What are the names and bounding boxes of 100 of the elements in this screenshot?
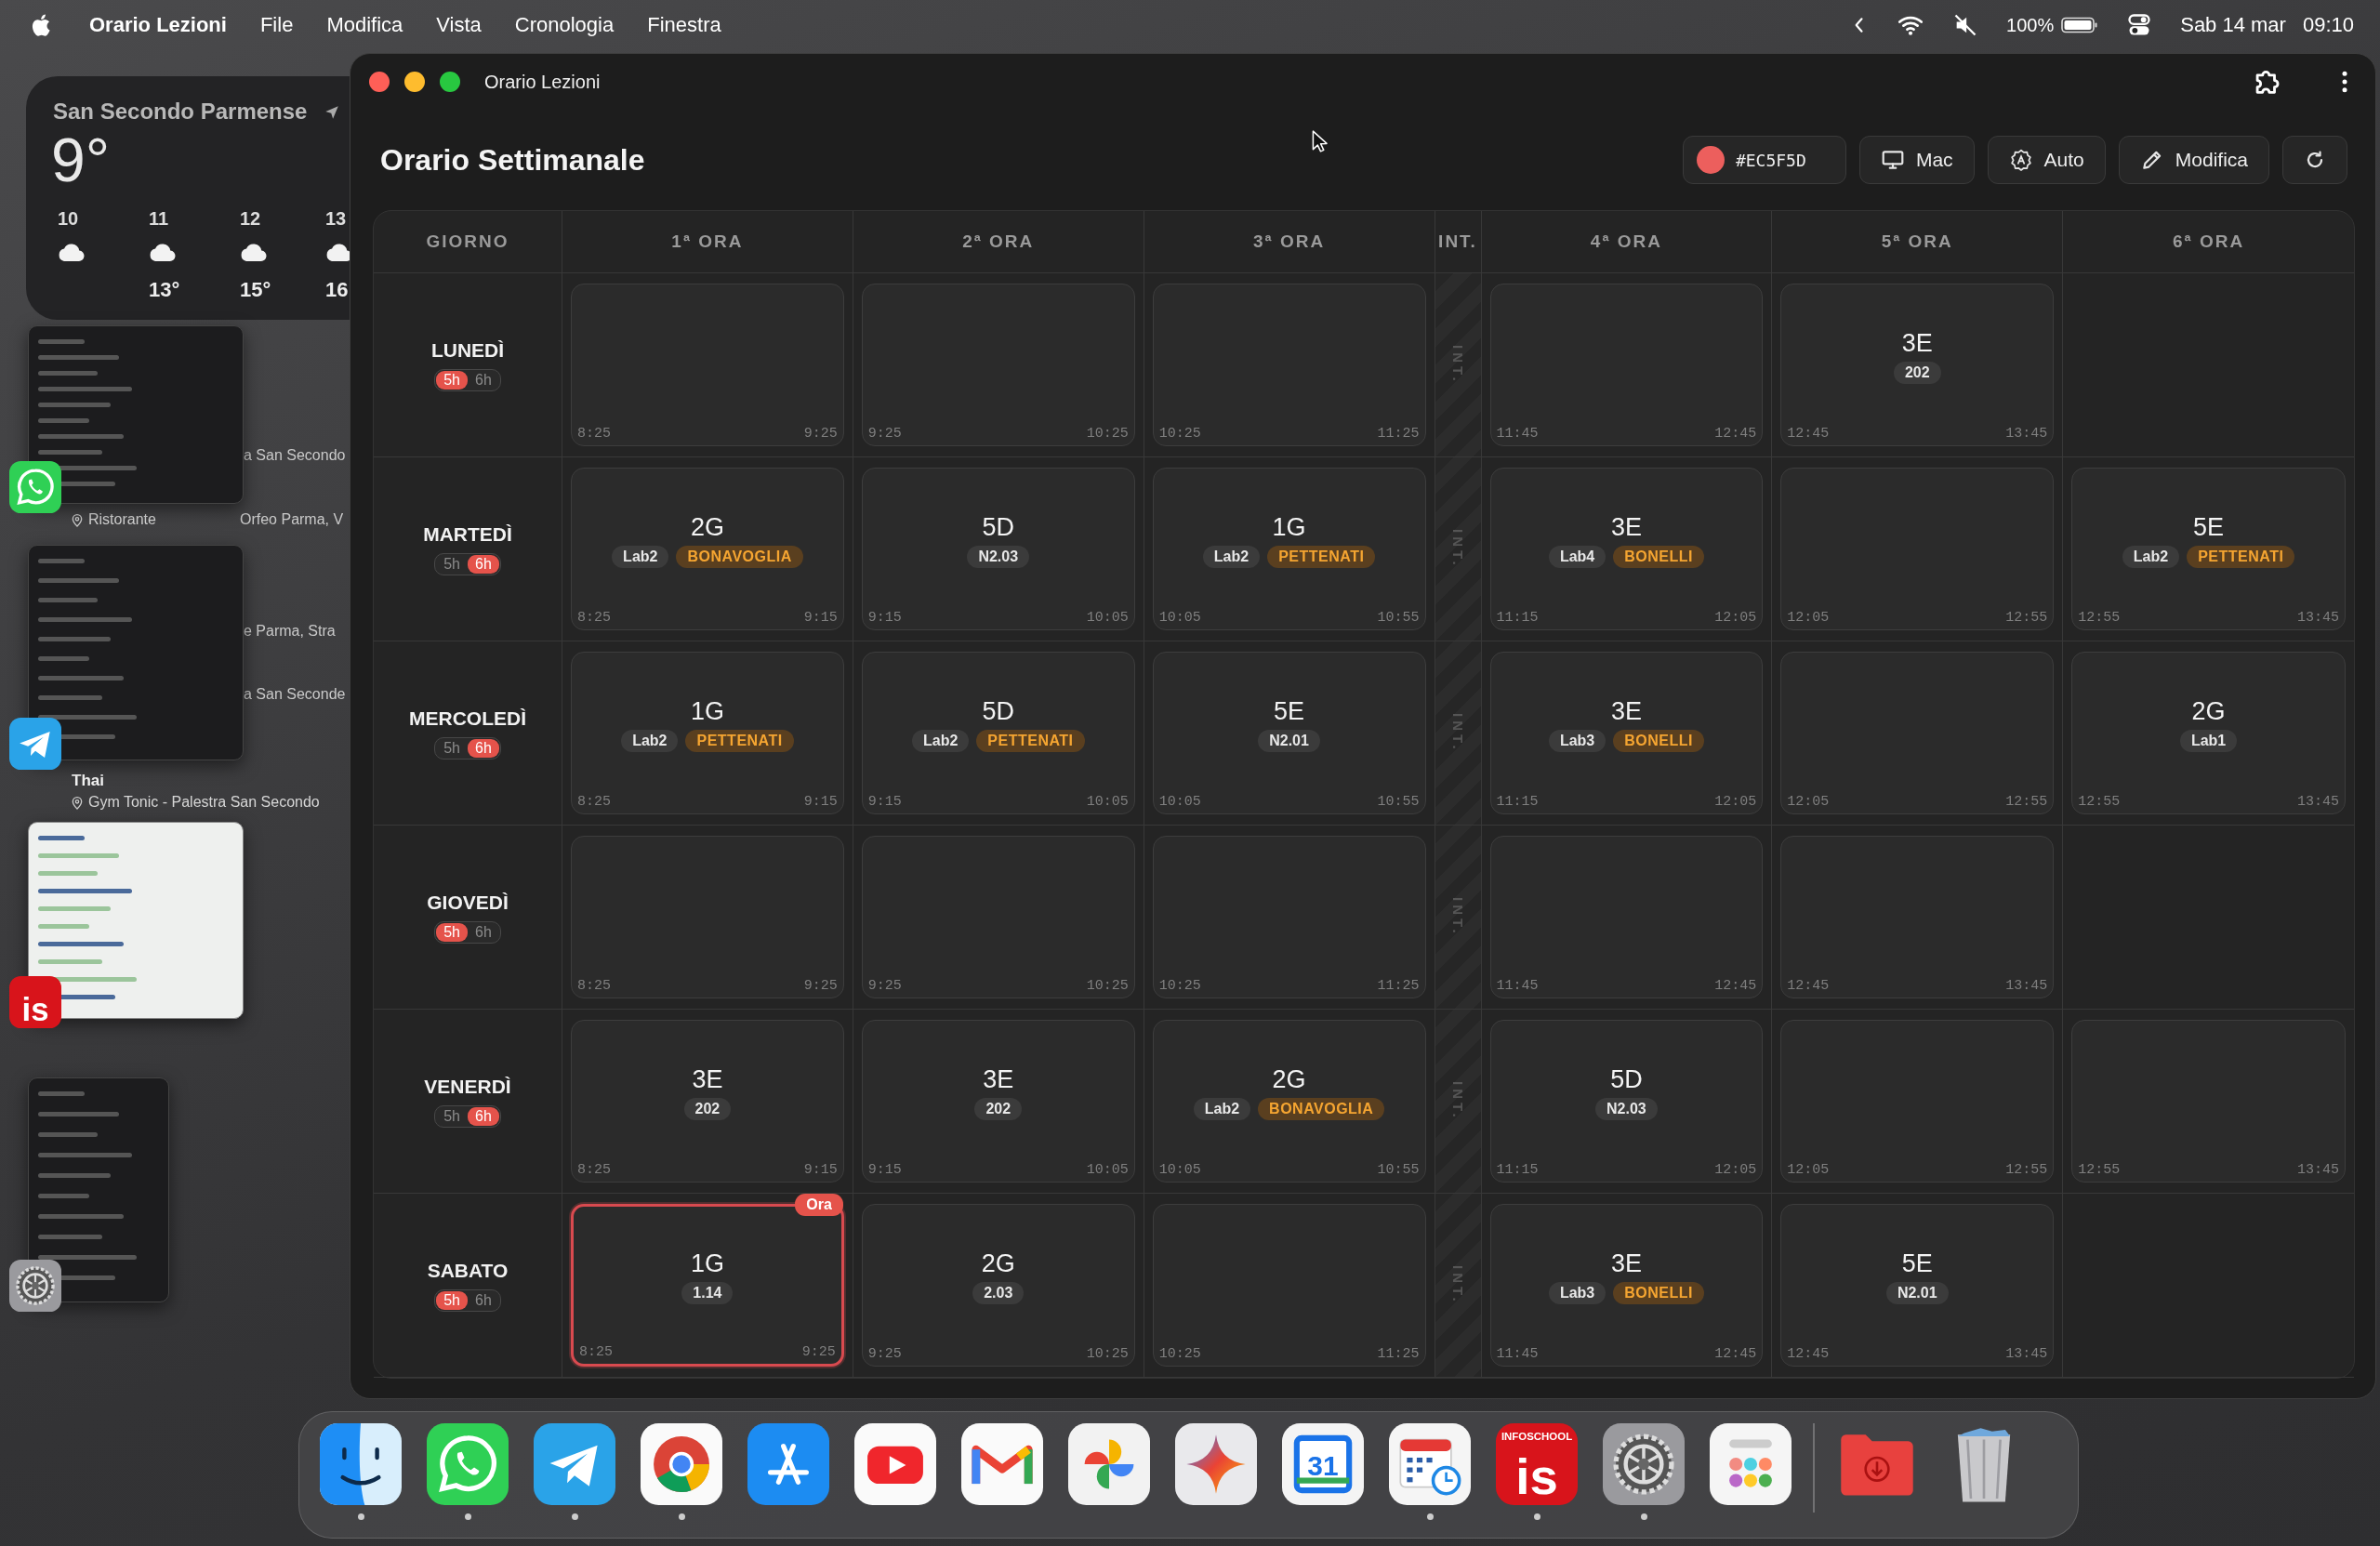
gear-icon[interactable] <box>1603 1423 1685 1505</box>
color-picker[interactable]: #EC5F5D <box>1682 136 1846 184</box>
menu-item[interactable]: Cronologia <box>514 13 615 37</box>
event-location: Gym Tonic - Palestra San Secondo <box>88 794 320 811</box>
lesson-card[interactable]: 3E 202 9:15 10:05 <box>861 1020 1135 1183</box>
hours-toggle[interactable]: 5h 6h <box>434 552 501 575</box>
menu-item[interactable]: Vista <box>436 13 482 37</box>
room-tag: Lab1 <box>2179 730 2238 752</box>
lesson-card[interactable]: 2G Lab2 BONAVOGLIA 10:05 10:55 <box>1152 1020 1426 1183</box>
class-label: 5E <box>1274 697 1305 726</box>
empty-slot[interactable]: 9:25 10:25 <box>861 836 1135 998</box>
school-logo-icon[interactable]: INFOSCHOOL is <box>1496 1423 1578 1505</box>
hours-option[interactable]: 6h <box>468 370 499 390</box>
envelope-icon[interactable] <box>961 1423 1043 1505</box>
lesson-card[interactable]: 5D N2.03 11:15 12:05 <box>1489 1020 1764 1183</box>
lesson-card[interactable]: 5E N2.01 12:45 13:45 <box>1780 1204 2055 1367</box>
hours-option[interactable]: 5h <box>436 1106 468 1126</box>
weather-widget[interactable] <box>26 76 350 320</box>
clock[interactable]: 09:10 <box>2302 13 2354 37</box>
lesson-card[interactable]: 3E Lab3 BONELLI 11:45 12:45 <box>1489 1204 1764 1367</box>
empty-slot[interactable]: 9:25 10:25 <box>861 284 1135 446</box>
hours-toggle[interactable]: 5h 6h <box>434 1288 501 1312</box>
phone-bubble-icon[interactable] <box>427 1423 509 1505</box>
start-time: 8:25 <box>579 1344 613 1360</box>
class-label: 3E <box>983 1065 1014 1094</box>
lesson-card[interactable]: 3E 202 12:45 13:45 <box>1780 284 2055 446</box>
paper-plane-icon[interactable] <box>534 1423 615 1505</box>
school-logo-icon[interactable]: is <box>9 976 61 1028</box>
app-menu[interactable]: Orario Lezioni <box>89 13 227 37</box>
empty-slot[interactable]: 12:45 13:45 <box>1780 836 2055 998</box>
lesson-card[interactable]: 1G Lab2 PETTENATI 8:25 9:15 <box>571 652 844 814</box>
petals-icon[interactable] <box>1068 1423 1150 1505</box>
auto-button[interactable]: Auto <box>1987 136 2106 184</box>
minimize-button[interactable] <box>404 72 425 92</box>
lesson-card[interactable]: 3E Lab3 BONELLI 11:15 12:05 <box>1489 652 1764 814</box>
empty-slot[interactable]: 8:25 9:25 <box>571 284 844 446</box>
colored-ring-icon[interactable] <box>641 1423 722 1505</box>
empty-slot[interactable]: 10:25 11:25 <box>1152 1204 1426 1367</box>
paper-plane-icon[interactable] <box>9 718 61 770</box>
face-icon[interactable] <box>320 1423 402 1505</box>
sparkle-icon[interactable] <box>1175 1423 1257 1505</box>
event-location: a San Secondo <box>244 447 346 464</box>
hours-option[interactable]: 6h <box>468 738 499 758</box>
lesson-card[interactable]: 1G Lab2 PETTENATI 10:05 10:55 <box>1152 468 1426 630</box>
zoom-button[interactable] <box>440 72 460 92</box>
lesson-card[interactable]: 5D Lab2 PETTENATI 9:15 10:05 <box>861 652 1135 814</box>
close-button[interactable] <box>369 72 390 92</box>
hours-toggle[interactable]: 5h 6h <box>434 368 501 391</box>
edit-button[interactable]: Modifica <box>2118 136 2269 184</box>
lesson-card[interactable]: 5D N2.03 9:15 10:05 <box>861 468 1135 630</box>
empty-slot[interactable]: 12:05 12:55 <box>1780 1020 2055 1183</box>
hours-option[interactable]: 5h <box>436 554 468 574</box>
hours-option[interactable]: 5h <box>436 922 468 942</box>
lesson-card[interactable]: 2G Lab2 BONAVOGLIA 8:25 9:15 <box>571 468 844 630</box>
app-store-icon[interactable] <box>747 1423 829 1505</box>
empty-slot[interactable]: 10:25 11:25 <box>1152 284 1426 446</box>
hours-option[interactable]: 5h <box>436 370 468 390</box>
play-icon[interactable] <box>854 1423 936 1505</box>
gear-icon[interactable] <box>9 1260 61 1312</box>
window-thumbnail[interactable] <box>28 545 244 760</box>
empty-slot[interactable]: 11:45 12:45 <box>1489 836 1764 998</box>
app-grid-icon[interactable] <box>1710 1423 1792 1505</box>
date[interactable]: Sab 14 mar <box>2180 13 2286 37</box>
class-label: 2G <box>690 513 724 542</box>
empty-slot[interactable]: 11:45 12:45 <box>1489 284 1764 446</box>
hours-option[interactable]: 5h <box>436 1290 468 1310</box>
start-time: 9:15 <box>867 610 902 626</box>
hours-option[interactable]: 5h <box>436 738 468 758</box>
phone-bubble-icon[interactable] <box>9 461 61 513</box>
calendar-clock-icon[interactable] <box>1389 1423 1471 1505</box>
menu-item[interactable]: Finestra <box>647 13 721 37</box>
lesson-card[interactable]: 5E Lab2 PETTENATI 12:55 13:45 <box>2071 468 2346 630</box>
window-thumbnail[interactable] <box>28 1077 169 1302</box>
lesson-card[interactable]: 3E Lab4 BONELLI 11:15 12:05 <box>1489 468 1764 630</box>
lesson-card[interactable]: 5E N2.01 10:05 10:55 <box>1152 652 1426 814</box>
hours-toggle[interactable]: 5h 6h <box>434 736 501 760</box>
hours-toggle[interactable]: 5h 6h <box>434 1104 501 1128</box>
empty-slot[interactable]: 12:05 12:55 <box>1780 652 2055 814</box>
empty-slot[interactable]: 8:25 9:25 <box>571 836 844 998</box>
refresh-button[interactable] <box>2282 136 2347 184</box>
menu-item[interactable]: Modifica <box>326 13 403 37</box>
hours-option[interactable]: 6h <box>468 1106 499 1126</box>
window-thumbnail[interactable] <box>28 325 244 504</box>
calendar-icon[interactable]: 31 <box>1282 1423 1364 1505</box>
lesson-card[interactable]: 3E 202 8:25 9:15 <box>571 1020 844 1183</box>
hours-option[interactable]: 6h <box>468 1290 499 1310</box>
hours-option[interactable]: 6h <box>468 554 499 574</box>
empty-slot[interactable]: 12:05 12:55 <box>1780 468 2055 630</box>
end-time: 9:25 <box>801 1344 836 1360</box>
control-center-icon[interactable] <box>2126 12 2153 38</box>
hours-toggle[interactable]: 5h 6h <box>434 920 501 944</box>
monitor-button[interactable]: Mac <box>1858 136 1975 184</box>
lesson-card[interactable]: 2G 2.03 9:25 10:25 <box>861 1204 1135 1367</box>
class-label: 1G <box>1272 513 1306 542</box>
lesson-card[interactable]: 2G Lab1 12:55 13:45 <box>2071 652 2346 814</box>
empty-slot[interactable]: 10:25 11:25 <box>1152 836 1426 998</box>
class-label: 3E <box>1901 329 1933 358</box>
empty-slot[interactable]: 12:55 13:45 <box>2071 1020 2346 1183</box>
menu-item[interactable]: File <box>259 13 294 37</box>
hours-option[interactable]: 6h <box>468 922 499 942</box>
